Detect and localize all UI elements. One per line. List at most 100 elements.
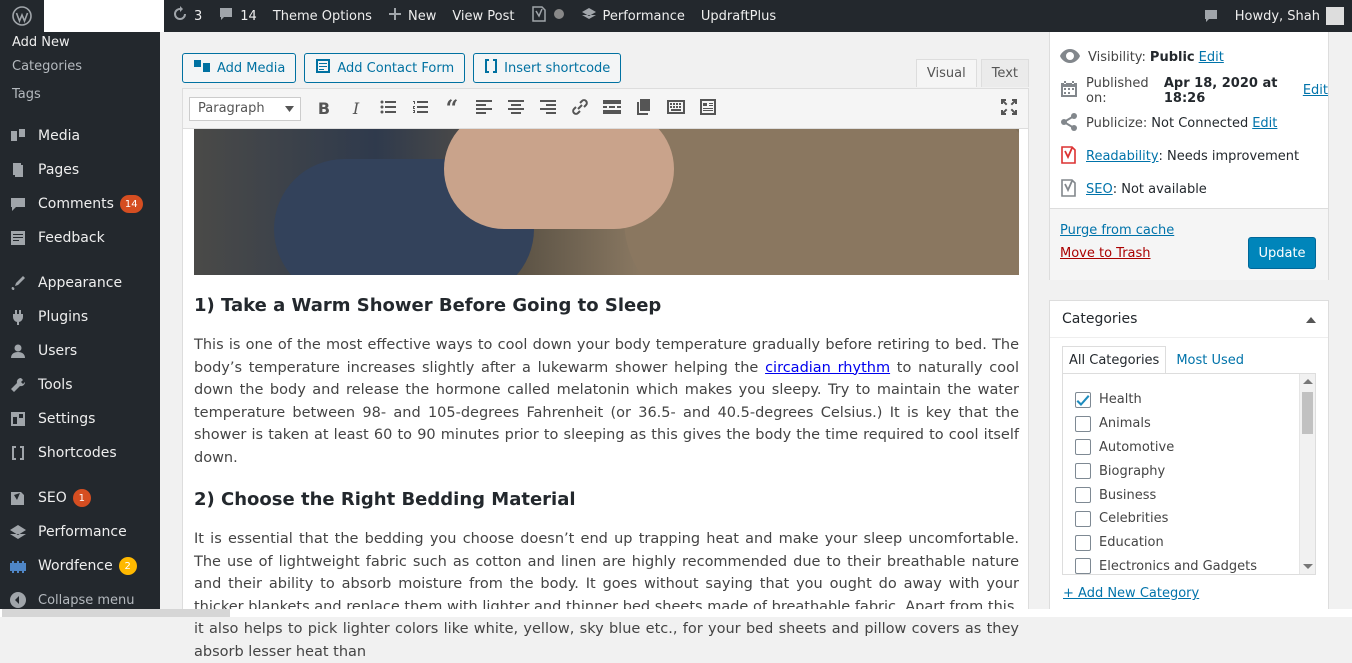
category-item[interactable]: Health xyxy=(1063,388,1315,412)
sidebar-item-label: Media xyxy=(38,128,81,144)
sidebar-item-wordfence[interactable]: Wordfence 2 xyxy=(0,549,160,583)
purge-cache-link[interactable]: Purge from cache xyxy=(1060,223,1174,238)
sidebar-item-performance[interactable]: Performance xyxy=(0,515,160,549)
publicize-value: Not Connected xyxy=(1151,116,1249,131)
checkbox[interactable] xyxy=(1075,391,1091,408)
tab-visual[interactable]: Visual xyxy=(915,59,977,87)
category-item[interactable]: Education xyxy=(1063,531,1315,555)
published-date: Apr 18, 2020 at 18:26 xyxy=(1163,75,1278,106)
edit-visibility-link[interactable]: Edit xyxy=(1199,50,1224,65)
yoast-menu[interactable] xyxy=(523,0,573,32)
tab-text[interactable]: Text xyxy=(980,59,1029,87)
comments-menu[interactable]: 14 xyxy=(210,0,265,32)
format-select[interactable]: Paragraph xyxy=(189,96,301,121)
checkbox[interactable] xyxy=(1075,487,1091,504)
checkbox[interactable] xyxy=(1075,534,1091,551)
align-center-button[interactable] xyxy=(501,94,531,124)
read-more-button[interactable] xyxy=(597,94,627,124)
blockquote-button[interactable]: “ xyxy=(437,94,467,124)
seo-value: : Not available xyxy=(1112,182,1207,197)
align-left-button[interactable] xyxy=(469,94,499,124)
category-item[interactable]: Animals xyxy=(1063,412,1315,436)
add-contact-form-button[interactable]: Add Contact Form xyxy=(304,53,466,83)
site-name-area[interactable] xyxy=(44,0,164,32)
wordpress-logo-icon[interactable] xyxy=(0,0,44,32)
italic-button[interactable]: I xyxy=(341,94,371,124)
add-new-category-link[interactable]: + Add New Category xyxy=(1063,586,1199,601)
sidebar-item-tools[interactable]: Tools xyxy=(0,368,160,402)
category-item[interactable]: Celebrities xyxy=(1063,507,1315,531)
appearance-icon xyxy=(8,273,28,293)
new-content-menu[interactable]: New xyxy=(380,0,444,32)
sidebar-item-plugins[interactable]: Plugins xyxy=(0,300,160,334)
submenu-categories[interactable]: Categories xyxy=(0,52,160,80)
sidebar-item-label: Plugins xyxy=(38,309,89,325)
horizontal-scrollbar-thumb[interactable] xyxy=(2,609,230,617)
comment-bubble-icon xyxy=(218,6,234,26)
calendar-icon xyxy=(1060,80,1078,102)
submenu-tags[interactable]: Tags xyxy=(0,80,160,108)
readability-link[interactable]: Readability xyxy=(1086,149,1159,164)
sidebar-item-label: Pages xyxy=(38,162,80,178)
toolbar-toggle-button[interactable] xyxy=(661,94,691,124)
move-to-trash-link[interactable]: Move to Trash xyxy=(1060,246,1151,261)
sidebar-item-label: Performance xyxy=(38,524,127,540)
sidebar-item-users[interactable]: Users xyxy=(0,334,160,368)
category-item[interactable]: Biography xyxy=(1063,459,1315,483)
seo-badge: 1 xyxy=(72,489,91,507)
sidebar-item-media[interactable]: Media xyxy=(0,119,160,153)
sidebar-item-label: Users xyxy=(38,343,78,359)
tab-all-categories[interactable]: All Categories xyxy=(1062,346,1167,374)
my-account-menu[interactable]: Howdy, Shah xyxy=(1227,0,1352,32)
settings-icon xyxy=(8,409,28,429)
tab-most-used[interactable]: Most Used xyxy=(1166,346,1250,374)
form-button[interactable] xyxy=(693,94,723,124)
edit-publicize-link[interactable]: Edit xyxy=(1252,116,1277,131)
insert-shortcode-button[interactable]: Insert shortcode xyxy=(473,53,622,83)
category-item[interactable]: Business xyxy=(1063,483,1315,507)
edit-date-link[interactable]: Edit xyxy=(1303,83,1328,98)
link-icon xyxy=(571,98,589,120)
category-item[interactable]: Automotive xyxy=(1063,436,1315,460)
categories-header[interactable]: Categories xyxy=(1050,301,1328,338)
tools-icon xyxy=(8,375,28,395)
updates-menu[interactable]: 3 xyxy=(164,0,210,32)
copy-button[interactable] xyxy=(629,94,659,124)
readability-row: Readability : Needs improvement xyxy=(1050,140,1328,173)
checkbox[interactable] xyxy=(1075,463,1091,480)
theme-options-link[interactable]: Theme Options xyxy=(265,0,380,32)
collapse-arrow-icon[interactable] xyxy=(1306,311,1316,327)
view-post-link[interactable]: View Post xyxy=(444,0,522,32)
sidebar-item-pages[interactable]: Pages xyxy=(0,153,160,187)
categories-scrollbar[interactable] xyxy=(1299,374,1315,574)
sidebar-item-label: Shortcodes xyxy=(38,445,117,461)
sidebar-item-appearance[interactable]: Appearance xyxy=(0,266,160,300)
bold-button[interactable]: B xyxy=(309,94,339,124)
performance-menu[interactable]: Performance xyxy=(573,0,693,32)
submenu-add-new[interactable]: Add New xyxy=(0,32,160,52)
updraftplus-menu[interactable]: UpdraftPlus xyxy=(693,0,784,32)
circadian-rhythm-link[interactable]: circadian rhythm xyxy=(765,360,890,376)
add-media-button[interactable]: Add Media xyxy=(182,53,297,83)
align-right-button[interactable] xyxy=(533,94,563,124)
checkbox[interactable] xyxy=(1075,415,1091,432)
numbered-list-button[interactable] xyxy=(405,94,435,124)
expand-icon xyxy=(1001,98,1017,119)
sidebar-item-seo[interactable]: SEO 1 xyxy=(0,481,160,515)
seo-row: SEO : Not available xyxy=(1050,173,1328,206)
sidebar-item-settings[interactable]: Settings xyxy=(0,402,160,436)
fullscreen-button[interactable] xyxy=(994,94,1024,124)
checkbox[interactable] xyxy=(1075,558,1091,574)
checkbox[interactable] xyxy=(1075,510,1091,527)
editor-content[interactable]: 1) Take a Warm Shower Before Going to Sl… xyxy=(194,129,1019,663)
notifications-icon[interactable] xyxy=(1195,0,1227,32)
sidebar-item-comments[interactable]: Comments 14 xyxy=(0,187,160,221)
checkbox[interactable] xyxy=(1075,439,1091,456)
sidebar-item-feedback[interactable]: Feedback xyxy=(0,221,160,255)
insert-link-button[interactable] xyxy=(565,94,595,124)
bullet-list-button[interactable] xyxy=(373,94,403,124)
category-item[interactable]: Electronics and Gadgets xyxy=(1063,555,1315,574)
seo-link[interactable]: SEO xyxy=(1086,182,1113,197)
update-button[interactable]: Update xyxy=(1248,237,1316,269)
sidebar-item-shortcodes[interactable]: Shortcodes xyxy=(0,436,160,470)
